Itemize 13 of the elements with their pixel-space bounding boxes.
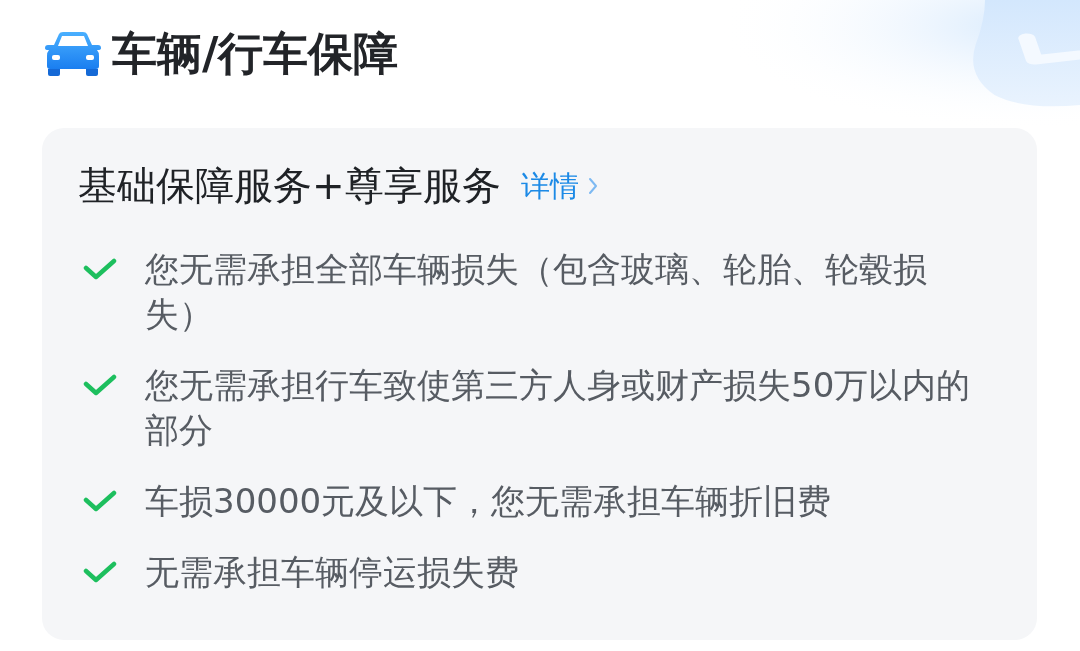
coverage-item-text: 无需承担车辆停运损失费: [145, 551, 519, 594]
card-title: 基础保障服务+尊享服务: [78, 162, 501, 210]
coverage-item-text: 您无需承担行车致使第三方人身或财产损失50万以内的部分: [145, 364, 972, 452]
check-icon: [83, 258, 117, 280]
car-icon: [45, 32, 101, 76]
coverage-item-text: 您无需承担全部车辆损失（包含玻璃、轮胎、轮毂损失）: [145, 248, 928, 336]
check-icon: [83, 561, 117, 583]
details-link[interactable]: 详情: [520, 166, 579, 206]
check-icon: [83, 490, 117, 512]
check-icon: [83, 374, 117, 396]
section-title: 车辆/行车保障: [112, 28, 399, 80]
coverage-item-text: 车损30000元及以下，您无需承担车辆折旧费: [145, 480, 832, 523]
chevron-right-icon[interactable]: [587, 177, 598, 195]
